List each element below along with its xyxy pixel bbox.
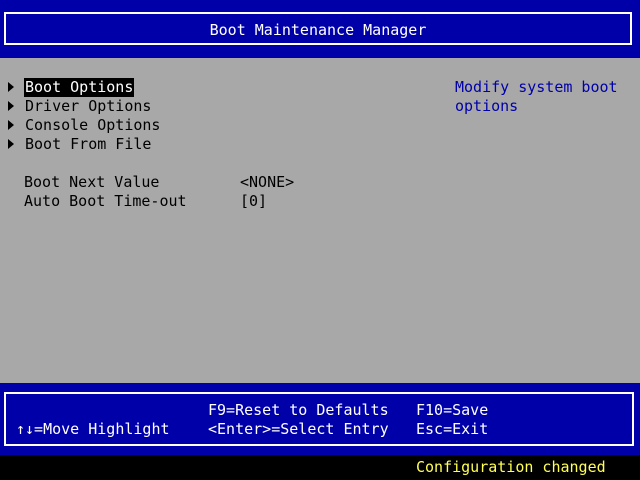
hint-exit: Esc=Exit	[416, 420, 489, 438]
footer-bar: ↑↓=Move Highlight F9=Reset to Defaults <…	[0, 383, 640, 455]
hint-save: F10=Save	[416, 401, 489, 419]
hint-move-highlight: ↑↓=Move Highlight	[16, 420, 170, 438]
page-title: Boot Maintenance Manager	[209, 21, 427, 39]
boot-next-value[interactable]: <NONE>	[240, 173, 294, 192]
help-text: Modify system boot options	[455, 78, 618, 115]
hint-select-entry: <Enter>=Select Entry	[208, 420, 389, 438]
menu-item-boot-from-file[interactable]: Boot From File	[8, 135, 151, 154]
footer-frame: ↑↓=Move Highlight F9=Reset to Defaults <…	[4, 392, 634, 446]
menu-item-label: Console Options	[25, 116, 161, 134]
status-message: Configuration changed	[416, 458, 606, 476]
menu-item-label: Driver Options	[25, 97, 152, 115]
bios-screen: Boot Maintenance Manager Boot Options Dr…	[0, 0, 640, 480]
submenu-arrow-icon	[8, 120, 14, 130]
menu-item-driver-options[interactable]: Driver Options	[8, 97, 151, 116]
status-bar: Configuration changed	[0, 455, 640, 480]
auto-boot-timeout-label: Auto Boot Time-out	[24, 192, 187, 210]
submenu-arrow-icon	[8, 82, 14, 92]
submenu-arrow-icon	[8, 101, 14, 111]
submenu-arrow-icon	[8, 139, 14, 149]
hint-reset-defaults: F9=Reset to Defaults	[208, 401, 389, 419]
boot-next-label: Boot Next Value	[24, 173, 160, 191]
menu-item-label: Boot Options	[24, 78, 135, 97]
main-panel: Boot Options Driver Options Console Opti…	[0, 58, 640, 383]
auto-boot-timeout-value[interactable]: [0]	[240, 192, 267, 211]
header-frame: Boot Maintenance Manager	[4, 12, 632, 45]
header-bar: Boot Maintenance Manager	[0, 0, 640, 58]
menu-item-label: Boot From File	[25, 135, 152, 153]
menu-item-console-options[interactable]: Console Options	[8, 116, 160, 135]
menu-item-boot-options[interactable]: Boot Options	[8, 78, 135, 97]
